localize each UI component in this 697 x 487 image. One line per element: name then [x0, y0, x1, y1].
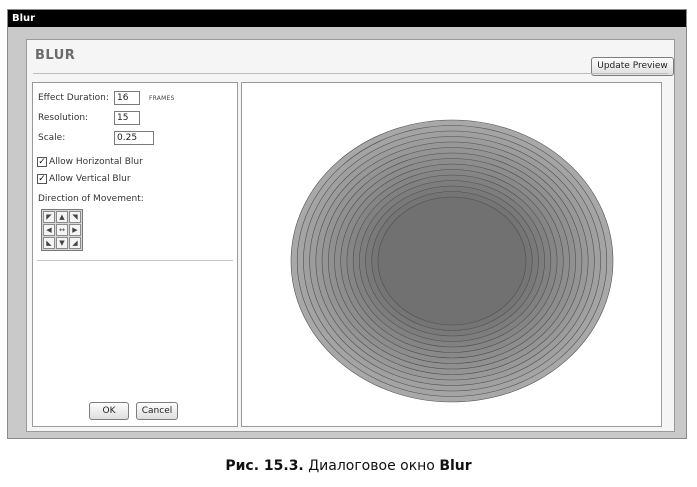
blur-window: Blur BLUR Update Preview Effect Duration… — [7, 9, 687, 439]
direction-down-icon[interactable]: ▼ — [56, 237, 68, 249]
resolution-label: Resolution: — [38, 113, 89, 123]
vertical-blur-label: Allow Vertical Blur — [49, 174, 131, 184]
vertical-blur-checkbox[interactable]: ✓ — [37, 174, 47, 184]
ok-button[interactable]: OK — [89, 402, 129, 420]
header-divider — [33, 73, 668, 74]
scale-field[interactable]: 0.25 — [114, 131, 154, 145]
cancel-button[interactable]: Cancel — [136, 402, 178, 420]
direction-up-right-icon[interactable]: ◥ — [69, 211, 81, 223]
frames-unit-label: FRAMES — [149, 95, 175, 102]
horizontal-blur-label: Allow Horizontal Blur — [49, 157, 143, 167]
direction-down-left-icon[interactable]: ◣ — [43, 237, 55, 249]
resolution-field[interactable]: 15 — [114, 111, 140, 125]
direction-down-right-icon[interactable]: ◢ — [69, 237, 81, 249]
blur-preview-ellipse — [290, 119, 614, 403]
settings-panel: Effect Duration: 16 FRAMES Resolution: 1… — [32, 82, 238, 427]
caption-dialog-name: Blur — [439, 458, 472, 474]
caption-text: Диалоговое окно — [303, 458, 440, 474]
caption-figure-number: Рис. 15.3. — [225, 458, 304, 474]
direction-grid: ◤ ▲ ◥ ◀ ↔ ▶ ◣ ▼ ◢ — [41, 209, 83, 251]
panel-divider — [37, 260, 233, 261]
direction-of-movement-label: Direction of Movement: — [38, 194, 144, 204]
effect-duration-label: Effect Duration: — [38, 93, 109, 103]
blur-ring — [377, 196, 527, 326]
figure-caption: Рис. 15.3. Диалоговое окно Blur — [0, 458, 697, 474]
blur-dialog: BLUR Update Preview Effect Duration: 16 … — [26, 39, 675, 432]
window-titlebar: Blur — [8, 10, 686, 27]
scale-label: Scale: — [38, 133, 66, 143]
direction-up-left-icon[interactable]: ◤ — [43, 211, 55, 223]
direction-right-icon[interactable]: ▶ — [69, 224, 81, 236]
dialog-heading: BLUR — [35, 48, 76, 63]
blur-preview-panel — [241, 82, 662, 427]
direction-up-icon[interactable]: ▲ — [56, 211, 68, 223]
direction-left-icon[interactable]: ◀ — [43, 224, 55, 236]
horizontal-blur-checkbox[interactable]: ✓ — [37, 157, 47, 167]
direction-center-icon[interactable]: ↔ — [56, 224, 68, 236]
effect-duration-field[interactable]: 16 — [114, 91, 140, 105]
